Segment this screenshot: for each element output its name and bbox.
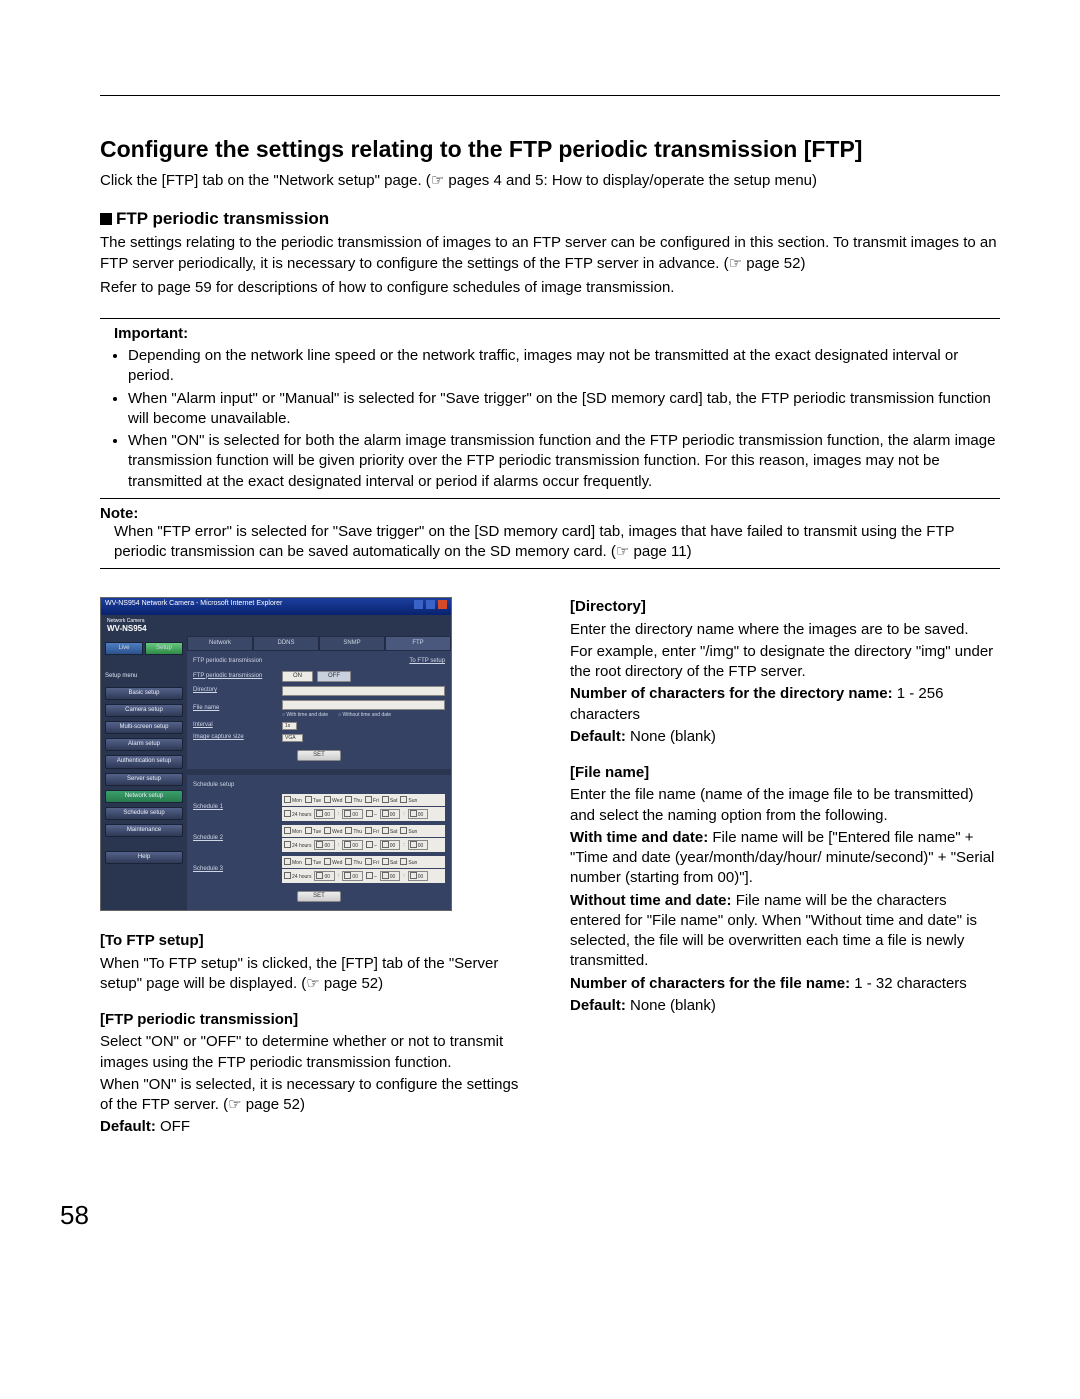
schedule-2-time[interactable]: 24 hours 00:00 – 00:00 [282,838,445,852]
directory-nchars: Number of characters for the directory n… [570,684,1000,725]
setup-sidebar: Live Setup Setup menu Basic setup Camera… [101,636,187,910]
pointer-icon: ☞ [616,544,629,560]
row-directory-label[interactable]: Directory [193,687,278,694]
settings-screenshot: WV-NS954 Network Camera - Microsoft Inte… [100,597,452,911]
directory-heading: [Directory] [570,597,1000,617]
important-list: Depending on the network line speed or t… [100,346,1000,492]
window-buttons [413,600,447,612]
sidebar-item-help[interactable]: Help [105,851,183,864]
schedule-3-time[interactable]: 24 hours 00:00 – 00:00 [282,869,445,883]
filename-without-td: Without time and date: File name will be… [570,891,1000,972]
row-ics-label[interactable]: Image capture size [193,734,278,741]
sidebar-item-multiscreen[interactable]: Multi-screen setup [105,721,183,734]
important-label: Important: [100,325,1000,342]
ftp-periodic-heading-text: FTP periodic transmission [116,209,329,228]
maximize-icon[interactable] [426,600,435,609]
page-title: Configure the settings relating to the F… [100,136,1000,163]
note-label: Note: [100,505,1000,522]
row-interval-label[interactable]: Interval [193,722,278,729]
ftp-pt-off-button[interactable]: OFF [317,671,351,682]
filename-nchars: Number of characters for the file name: … [570,974,1000,994]
directory-input[interactable] [282,686,445,696]
filename-body-1: Enter the file name (name of the image f… [570,785,1000,826]
important-item: When "ON" is selected for both the alarm… [128,431,1000,492]
subtitle-text-1: Click the [FTP] tab on the "Network setu… [100,172,431,189]
refer-paragraph: Refer to page 59 for descriptions of how… [100,278,1000,298]
page-subtitle: Click the [FTP] tab on the "Network setu… [100,171,1000,191]
tab-ddns[interactable]: DDNS [253,636,319,651]
sidebar-item-maintenance[interactable]: Maintenance [105,824,183,837]
filename-input[interactable] [282,700,445,710]
directory-body-1: Enter the directory name where the image… [570,620,1000,640]
ftp-pt-default: Default: OFF [100,1117,530,1137]
ftp-periodic-heading: FTP periodic transmission [100,209,1000,229]
tab-live[interactable]: Live [105,642,143,655]
tab-snmp[interactable]: SNMP [319,636,385,651]
to-ftp-setup-link[interactable]: To FTP setup [409,658,445,665]
to-ftp-setup-heading: [To FTP setup] [100,931,530,951]
set-button-schedule[interactable]: SET [297,891,341,902]
app-header: Network Camera WV-NS954 [101,615,451,637]
sidebar-item-schedule[interactable]: Schedule setup [105,807,183,820]
main-panel: Network DDNS SNMP FTP FTP periodic trans… [187,636,451,910]
sidebar-item-server[interactable]: Server setup [105,773,183,786]
intro-paragraph: The settings relating to the periodic tr… [100,233,1000,274]
window-title: WV-NS954 Network Camera - Microsoft Inte… [105,600,282,612]
sidebar-item-alarm[interactable]: Alarm setup [105,738,183,751]
ftp-pt-heading: [FTP periodic transmission] [100,1010,530,1030]
row-ftp-pt-label[interactable]: FTP periodic transmission [193,673,278,680]
schedule-1-label[interactable]: Schedule 1 [193,804,278,811]
schedule-3-label[interactable]: Schedule 3 [193,866,278,873]
schedule-2-days[interactable]: MonTueWedThuFriSatSun [282,825,445,837]
page-number: 58 [60,1200,1000,1231]
schedule-3-days[interactable]: MonTueWedThuFriSatSun [282,856,445,868]
directory-body-2: For example, enter "/img" to designate t… [570,642,1000,683]
sidebar-title: Setup menu [105,673,183,680]
schedule-1-time[interactable]: 24 hours 00:00 – 00:00 [282,807,445,821]
ftp-pt-body-2: When "ON" is selected, it is necessary t… [100,1075,530,1116]
filename-with-td: With time and date: File name will be ["… [570,828,1000,889]
sidebar-item-camera[interactable]: Camera setup [105,704,183,717]
to-ftp-setup-body: When "To FTP setup" is clicked, the [FTP… [100,954,530,995]
pointer-icon: ☞ [431,173,444,189]
ftp-pt-body-1: Select "ON" or "OFF" to determine whethe… [100,1032,530,1073]
section-schedule-title: Schedule setup [193,782,234,789]
radio-without-time-date[interactable]: ○ Without time and date [338,712,391,718]
note-body: When "FTP error" is selected for "Save t… [100,522,1000,563]
pointer-icon: ☞ [228,1097,241,1113]
ics-select[interactable]: VGA [282,734,303,742]
minimize-icon[interactable] [414,600,423,609]
directory-default: Default: None (blank) [570,727,1000,747]
sidebar-item-basic[interactable]: Basic setup [105,687,183,700]
set-button[interactable]: SET [297,750,341,761]
row-filename-label[interactable]: File name [193,705,278,712]
subtitle-text-2: pages 4 and 5: How to display/operate th… [444,172,817,189]
pointer-icon: ☞ [729,256,742,272]
interval-select[interactable]: 1s [282,722,297,730]
important-item: Depending on the network line speed or t… [128,346,1000,387]
radio-with-time-date[interactable]: ○ With time and date [282,712,328,718]
pointer-icon: ☞ [306,976,319,992]
schedule-1-days[interactable]: MonTueWedThuFriSatSun [282,794,445,806]
schedule-2-label[interactable]: Schedule 2 [193,835,278,842]
tab-ftp[interactable]: FTP [385,636,451,651]
close-icon[interactable] [438,600,447,609]
filename-default: Default: None (blank) [570,996,1000,1016]
sidebar-item-network[interactable]: Network setup [105,790,183,803]
tab-setup[interactable]: Setup [145,642,183,655]
network-tabbar: Network DDNS SNMP FTP [187,636,451,651]
square-bullet-icon [100,213,112,225]
important-item: When "Alarm input" or "Manual" is select… [128,389,1000,430]
tab-network[interactable]: Network [187,636,253,651]
sidebar-item-auth[interactable]: Authentication setup [105,755,183,768]
section-ftp-pt-title: FTP periodic transmission [193,658,262,665]
ftp-pt-on-button[interactable]: ON [282,671,313,682]
filename-heading: [File name] [570,763,1000,783]
window-titlebar: WV-NS954 Network Camera - Microsoft Inte… [101,598,451,614]
